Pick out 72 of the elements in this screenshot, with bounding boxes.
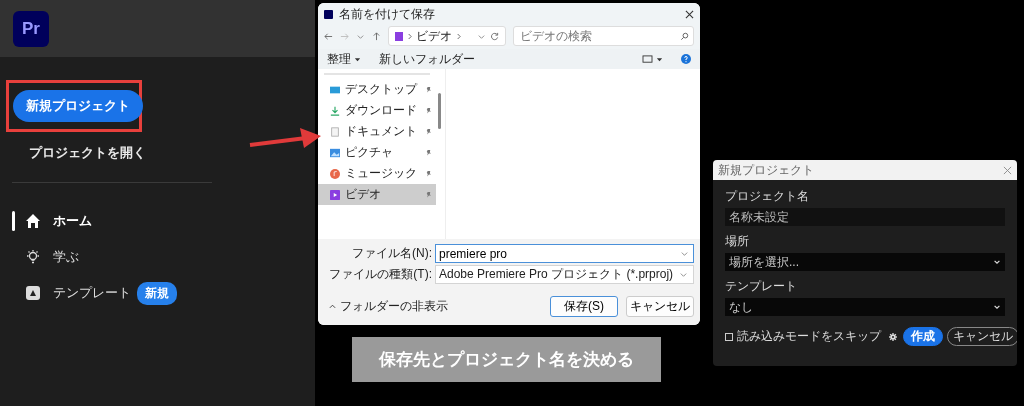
caret-icon [329,303,336,310]
window-title: 名前を付けて保存 [339,5,436,23]
search-field[interactable]: ビデオの検索 [513,26,694,46]
breadcrumb[interactable]: ビデオ [416,27,452,45]
new-project-button[interactable]: 新規プロジェクト [13,90,143,122]
create-button[interactable]: 作成 [903,327,943,346]
chevron-icon [993,258,1001,266]
help-icon[interactable] [681,54,691,64]
dropdown[interactable]: なし [725,298,1005,316]
video-icon [330,189,340,200]
cancel-button[interactable]: キャンセル [626,296,694,317]
close-icon[interactable] [685,9,694,19]
lightbulb-icon [25,249,41,265]
pin-icon [425,128,432,135]
organize-menu[interactable]: 整理 [327,50,351,68]
new-folder-button[interactable]: 新しいフォルダー [379,50,475,68]
chevron-icon [456,32,461,40]
dialog-title: 新規プロジェクト [718,161,814,179]
folder-item[interactable]: ビデオ [318,184,436,205]
template-icon [25,285,41,301]
field-label: プロジェクト名 [725,188,810,205]
download-icon [330,105,340,116]
dropdown[interactable]: 場所を選択... [725,253,1005,271]
address-bar[interactable]: ビデオ [388,26,506,46]
folder-item[interactable]: ダウンロード [318,100,436,121]
pin-icon [425,86,432,93]
back-icon[interactable] [324,31,333,41]
folder-item[interactable]: デスクトップ [318,79,436,100]
settings-icon[interactable] [889,332,897,341]
open-project-link[interactable]: プロジェクトを開く [29,144,315,162]
folder-item[interactable]: ピクチャ [318,142,436,163]
pin-icon [425,107,432,114]
file-type-dropdown[interactable]: Adobe Premiere Pro プロジェクト (*.prproj) [435,265,694,284]
search-icon [680,31,689,41]
app-logo: Pr [13,10,49,47]
picture-icon [330,147,340,158]
folder-item[interactable]: ミュージック [318,163,436,184]
nav-item[interactable]: テンプレート [12,283,131,303]
caret-icon [656,55,663,63]
pin-icon [425,191,432,198]
home-icon [25,213,41,229]
chevron-icon [407,32,412,40]
field-label: テンプレート [725,278,798,295]
scrollbar[interactable] [438,93,441,129]
save-button[interactable]: 保存(S) [550,296,618,317]
file-name-field[interactable]: premiere pro [435,244,694,263]
hide-folders-toggle[interactable]: フォルダーの非表示 [340,298,448,315]
document-icon [330,126,340,137]
app-icon [324,9,333,19]
up-icon[interactable] [372,31,381,41]
dropdown-icon [680,249,689,258]
view-icon[interactable] [642,54,653,64]
field-label: ファイル名(N): [351,245,432,262]
pin-icon [425,149,432,156]
video-folder-icon [395,31,403,41]
nav-item[interactable]: ホーム [12,211,92,231]
dropdown-icon [679,270,688,279]
caption: 保存先とプロジェクト名を決める [352,337,661,382]
caret-icon [354,55,361,63]
field-label: 場所 [725,233,750,250]
project-name-field[interactable]: 名称未設定 [725,208,1005,226]
chevron-icon [993,303,1001,311]
pin-icon [425,170,432,177]
folder-item[interactable]: ドキュメント [318,121,436,142]
desktop-icon [330,84,340,95]
checkbox[interactable] [725,332,733,341]
nav-item[interactable]: 学ぶ [12,247,79,267]
refresh-icon[interactable] [490,31,499,41]
checkbox-label: 読み込みモードをスキップ [737,328,881,345]
field-label: ファイルの種類(T): [328,266,432,283]
new-badge: 新規 [137,281,177,305]
music-icon [330,168,340,179]
